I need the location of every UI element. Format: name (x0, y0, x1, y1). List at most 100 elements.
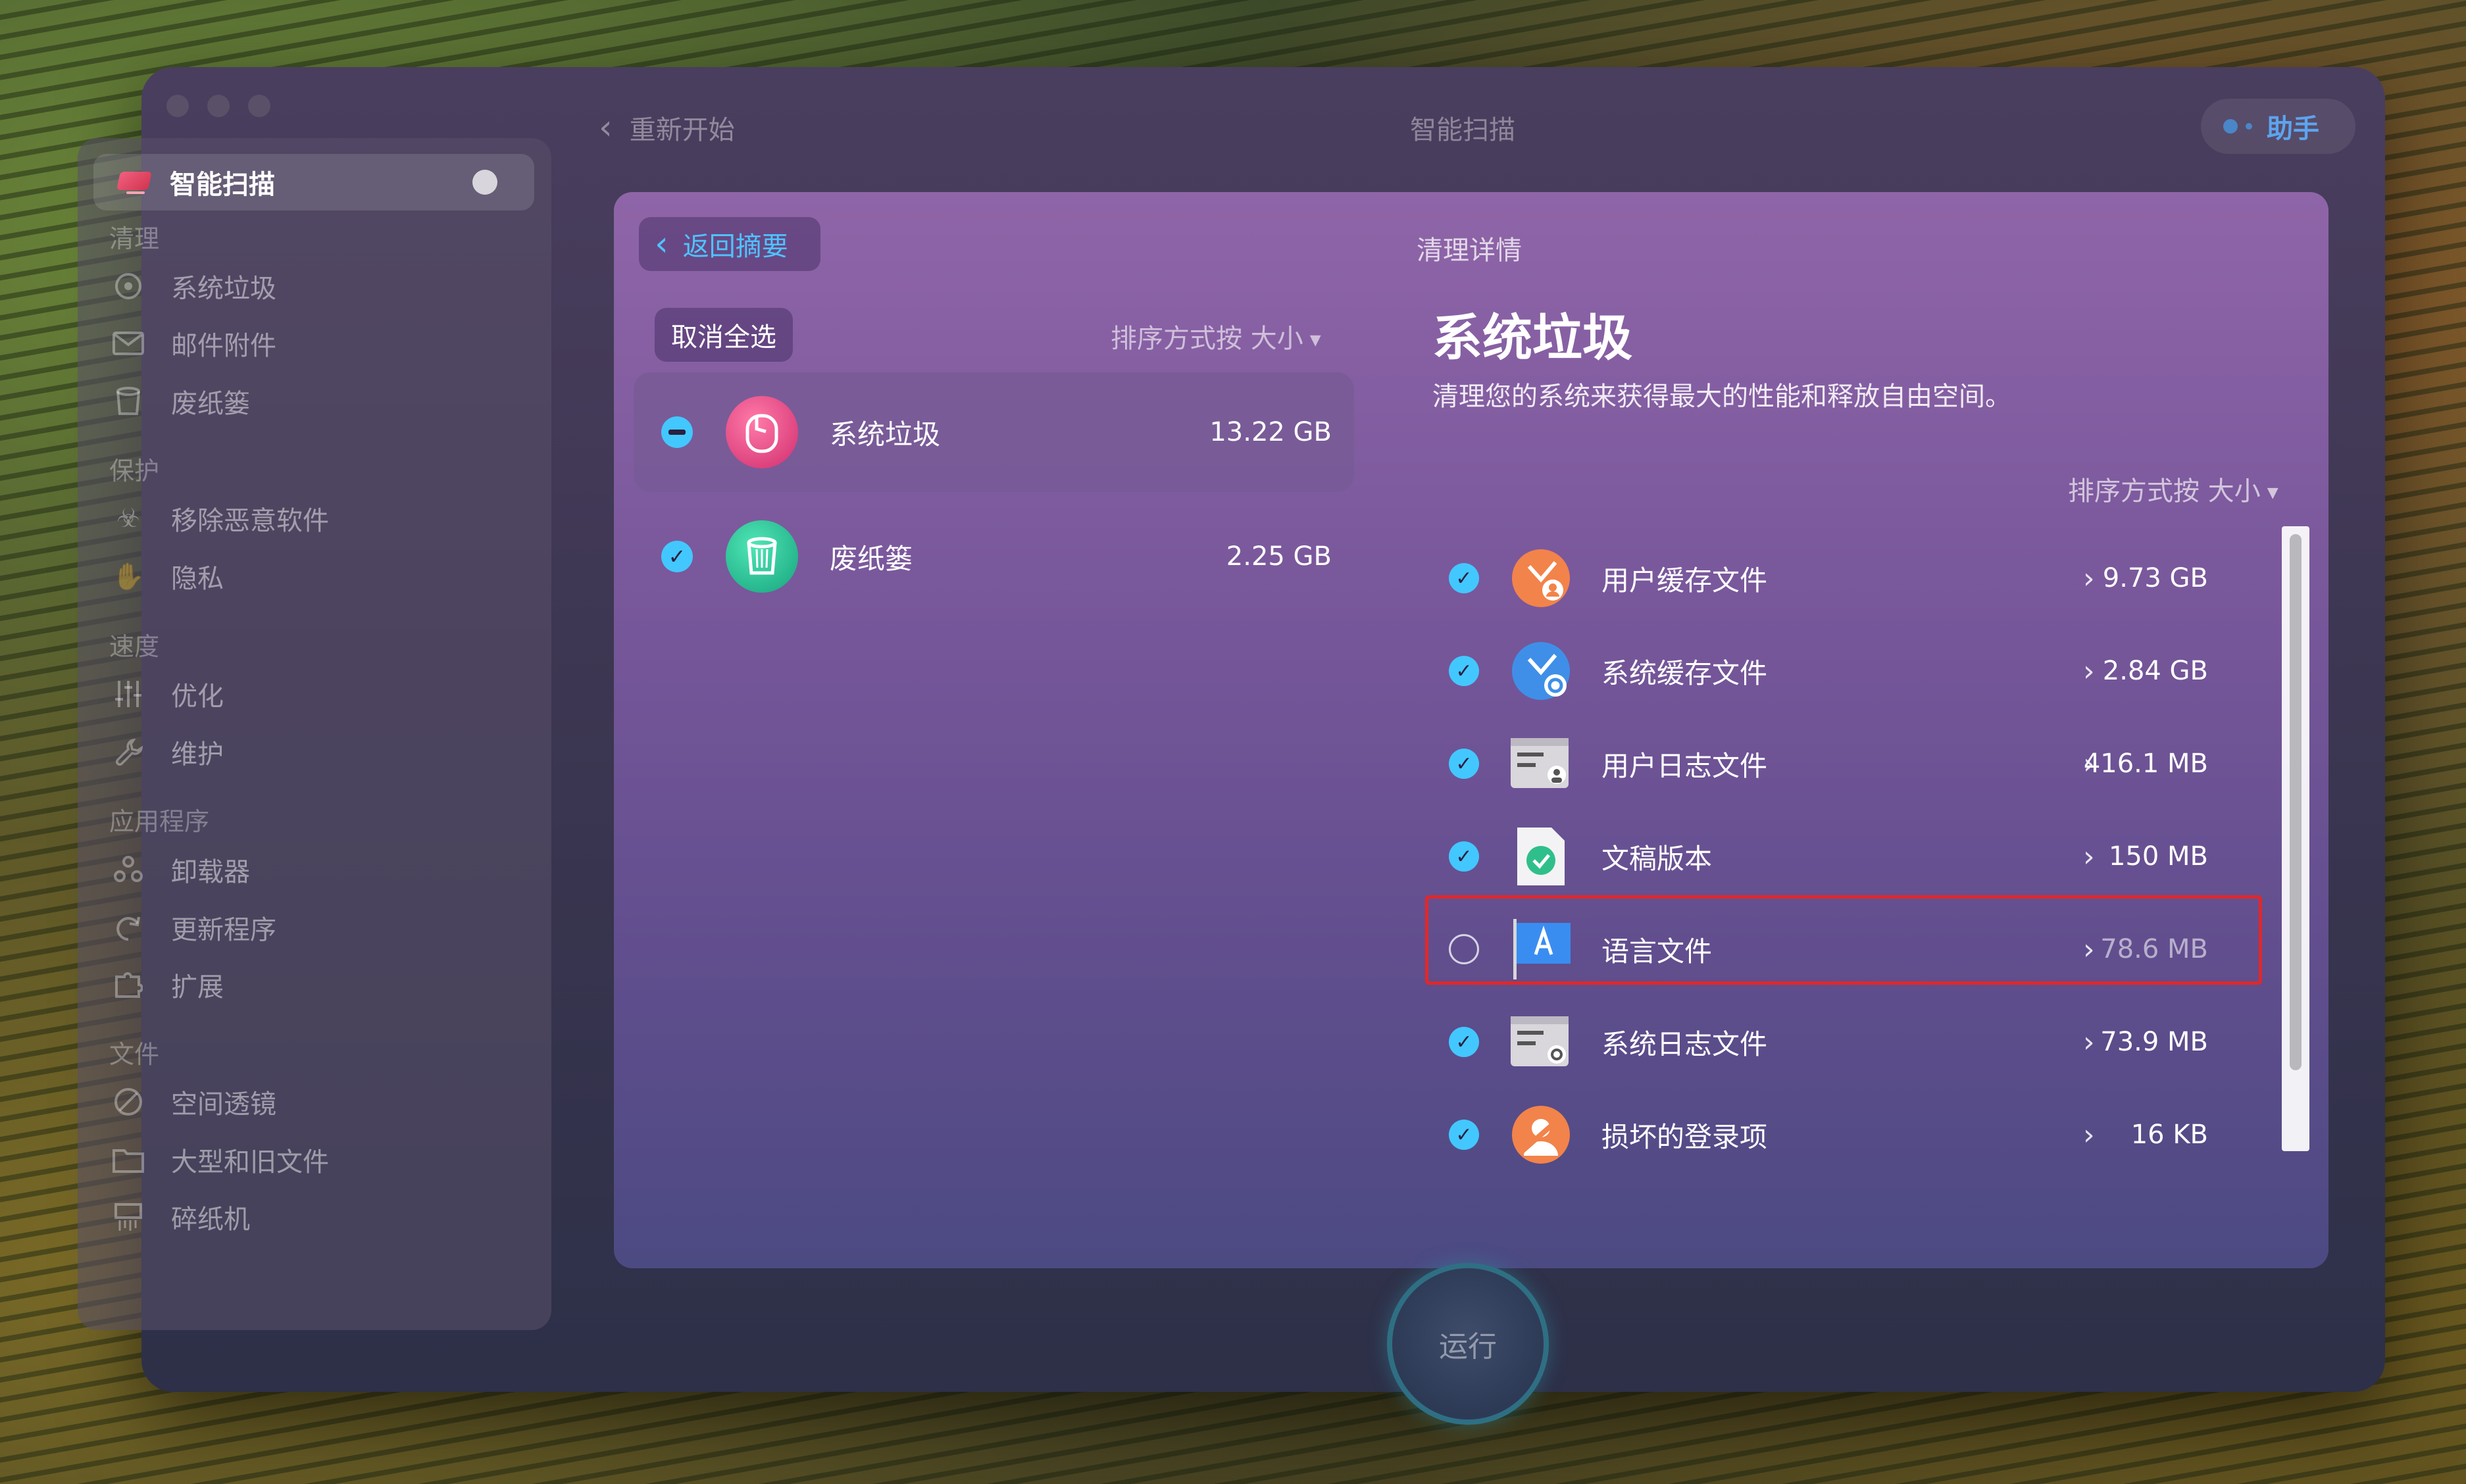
minimize-window-button[interactable] (207, 95, 230, 117)
category-size: 13.22 GB (1209, 417, 1332, 447)
system-cache-icon (1508, 638, 1574, 704)
sidebar-item-smart-scan[interactable]: 智能扫描 (93, 154, 534, 210)
user-log-icon (1508, 731, 1574, 797)
dropdown-arrow-icon: ▼ (1309, 332, 1321, 349)
category-row-trash[interactable]: ✓ 废纸篓 2.25 GB (634, 497, 1354, 616)
sidebar-item-label: 扩展 (171, 972, 224, 1002)
sidebar-item-optimization[interactable]: 优化 (112, 674, 224, 714)
item-size: 416.1 MB (2083, 749, 2208, 779)
checkmark-icon[interactable]: ✓ (1449, 1120, 1479, 1150)
sidebar-item-extensions[interactable]: 扩展 (112, 965, 224, 1004)
sidebar-item-malware-removal[interactable]: ☣ 移除恶意软件 (112, 499, 329, 538)
run-label: 运行 (1439, 1330, 1497, 1364)
checkmark-icon[interactable]: ✓ (1449, 1027, 1479, 1057)
chevron-right-icon[interactable]: › (2083, 1026, 2095, 1059)
section-title-cleanup: 清理 (109, 224, 160, 253)
sliders-icon (112, 678, 145, 710)
deselect-all-button[interactable]: 取消全选 (655, 308, 793, 362)
section-title-files: 文件 (109, 1040, 160, 1069)
sidebar-item-label: 空间透镜 (171, 1089, 276, 1120)
detail-row-user-cache[interactable]: ✓ 用户缓存文件 › 9.73 GB (1425, 532, 2221, 624)
sidebar-item-label: 维护 (171, 739, 224, 770)
sidebar-item-maintenance[interactable]: 维护 (112, 732, 224, 772)
scan-status-dot (472, 170, 497, 195)
section-title-applications: 应用程序 (109, 807, 210, 836)
sidebar-item-shredder[interactable]: 碎纸机 (112, 1197, 250, 1237)
detail-row-user-logs[interactable]: ✓ 用户日志文件 › 416.1 MB (1425, 718, 2221, 810)
category-row-system-junk[interactable]: 系统垃圾 13.22 GB (634, 372, 1354, 492)
assistant-button[interactable]: 助手 (2201, 99, 2355, 154)
checkmark-icon[interactable]: ✓ (1449, 841, 1479, 872)
sidebar-item-space-lens[interactable]: 空间透镜 (112, 1082, 276, 1122)
checkmark-icon[interactable]: ✓ (1449, 656, 1479, 686)
system-junk-icon (726, 396, 798, 468)
item-size: 2.84 GB (2102, 656, 2208, 686)
sidebar-item-label: 系统垃圾 (171, 274, 276, 304)
sidebar-item-label: 碎纸机 (171, 1204, 250, 1235)
chevron-left-icon: ‹ (655, 224, 668, 264)
folder-icon (112, 1143, 145, 1176)
uninstaller-icon (112, 853, 145, 886)
sidebar-item-label: 隐私 (171, 564, 224, 594)
checkmark-icon[interactable]: ✓ (1449, 563, 1479, 593)
document-versions-icon (1508, 824, 1574, 889)
restart-button[interactable]: ‹ 重新开始 (599, 109, 735, 147)
chevron-right-icon[interactable]: › (2083, 840, 2095, 874)
assistant-dot-small-icon (2246, 123, 2252, 130)
wrench-icon (112, 735, 145, 768)
sidebar-item-trash[interactable]: 废纸篓 (112, 382, 250, 421)
chevron-right-icon[interactable]: › (2083, 655, 2095, 688)
back-to-summary-label: 返回摘要 (682, 232, 788, 262)
smart-scan-icon (117, 169, 153, 195)
updater-icon (112, 911, 145, 944)
item-name: 系统日志文件 (1601, 1027, 1768, 1060)
item-size: 9.73 GB (2102, 563, 2208, 593)
detail-row-document-versions[interactable]: ✓ 文稿版本 › 150 MB (1425, 810, 2221, 903)
selection-highlight-box (1425, 895, 2262, 985)
sidebar-item-label: 更新程序 (171, 915, 276, 945)
back-to-summary-button[interactable]: ‹ 返回摘要 (639, 217, 820, 271)
checkmark-icon[interactable]: ✓ (1449, 749, 1479, 779)
user-cache-icon (1508, 545, 1574, 611)
run-button[interactable]: 运行 (1387, 1263, 1549, 1425)
system-log-icon (1508, 1009, 1574, 1075)
item-name: 损坏的登录项 (1601, 1120, 1768, 1153)
chevron-right-icon[interactable]: › (2083, 562, 2095, 595)
puzzle-icon (112, 968, 145, 1001)
restart-label: 重新开始 (629, 115, 735, 145)
item-name: 文稿版本 (1601, 842, 1713, 875)
window-controls (166, 95, 270, 117)
sort-dropdown-right[interactable]: 排序方式按 大小 ▼ (2068, 470, 2278, 508)
partial-check-icon[interactable] (661, 416, 693, 448)
item-size: 16 KB (2130, 1120, 2208, 1150)
dropdown-arrow-icon: ▼ (2267, 484, 2278, 501)
sidebar-item-label: 邮件附件 (171, 331, 276, 361)
sidebar-item-label: 废纸篓 (171, 389, 250, 419)
section-title-protection: 保护 (109, 457, 160, 485)
sidebar-item-system-junk[interactable]: 系统垃圾 (112, 266, 276, 306)
detail-row-system-cache[interactable]: ✓ 系统缓存文件 › 2.84 GB (1425, 625, 2221, 717)
drive-icon (112, 270, 145, 303)
sidebar-item-mail-attachments[interactable]: 邮件附件 (112, 324, 276, 363)
detail-row-system-logs[interactable]: ✓ 系统日志文件 › 73.9 MB (1425, 996, 2221, 1088)
chevron-right-icon[interactable]: › (2083, 1118, 2095, 1152)
checkmark-icon[interactable]: ✓ (661, 541, 693, 572)
detail-subtitle: 清理详情 (1417, 235, 1522, 266)
shredder-icon (112, 1200, 145, 1233)
sidebar-item-label: 卸载器 (171, 857, 250, 887)
category-size: 2.25 GB (1226, 541, 1332, 572)
sidebar-item-uninstaller[interactable]: 卸载器 (112, 850, 250, 889)
sidebar-item-large-old-files[interactable]: 大型和旧文件 (112, 1140, 329, 1179)
detail-row-broken-login-items[interactable]: ✓ 损坏的登录项 › 16 KB (1425, 1089, 2221, 1181)
sidebar-item-privacy[interactable]: ✋ 隐私 (112, 556, 224, 596)
close-window-button[interactable] (166, 95, 189, 117)
sort-dropdown-left[interactable]: 排序方式按 大小 ▼ (1111, 317, 1321, 355)
category-name: 系统垃圾 (830, 418, 941, 451)
sidebar-item-label: 优化 (171, 681, 224, 712)
detail-scrollbar[interactable] (2282, 526, 2309, 1151)
item-name: 系统缓存文件 (1601, 656, 1768, 689)
sidebar-item-updater[interactable]: 更新程序 (112, 908, 276, 947)
sort-label: 排序方式按 大小 (2068, 476, 2261, 507)
zoom-window-button[interactable] (248, 95, 270, 117)
scrollbar-thumb[interactable] (2290, 534, 2302, 1070)
